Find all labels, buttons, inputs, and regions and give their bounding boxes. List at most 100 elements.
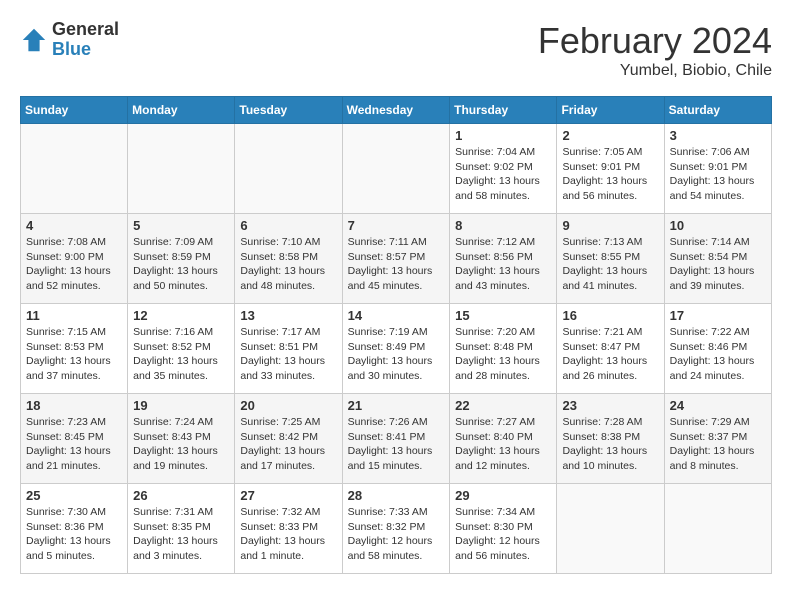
weekday-header-tuesday: Tuesday xyxy=(235,97,342,124)
weekday-header-wednesday: Wednesday xyxy=(342,97,450,124)
calendar-cell: 18 Sunrise: 7:23 AMSunset: 8:45 PMDayligh… xyxy=(21,394,128,484)
calendar-cell: 28Sunrise: 7:33 AMSunset: 8:32 PMDayligh… xyxy=(342,484,450,574)
calendar-cell: 3 Sunrise: 7:06 AMSunset: 9:01 PMDaylight… xyxy=(664,124,771,214)
calendar-table: SundayMondayTuesdayWednesdayThursdayFrid… xyxy=(20,96,772,574)
calendar-cell: 14 Sunrise: 7:19 AMSunset: 8:49 PMDayligh… xyxy=(342,304,450,394)
day-number: 21 xyxy=(348,398,445,413)
calendar-cell: 4 Sunrise: 7:08 AMSunset: 9:00 PMDaylight… xyxy=(21,214,128,304)
day-info: Sunrise: 7:04 AMSunset: 9:02 PMDaylight:… xyxy=(455,145,551,204)
logo-general: General xyxy=(52,20,119,40)
day-number: 22 xyxy=(455,398,551,413)
day-number: 15 xyxy=(455,308,551,323)
calendar-cell xyxy=(664,484,771,574)
day-info: Sunrise: 7:14 AMSunset: 8:54 PMDaylight:… xyxy=(670,235,766,294)
weekday-header-monday: Monday xyxy=(128,97,235,124)
day-info: Sunrise: 7:27 AMSunset: 8:40 PMDaylight:… xyxy=(455,415,551,474)
day-number: 27 xyxy=(240,488,336,503)
calendar-cell: 16Sunrise: 7:21 AMSunset: 8:47 PMDayligh… xyxy=(557,304,664,394)
day-info: Sunrise: 7:32 AMSunset: 8:33 PMDaylight:… xyxy=(240,505,336,564)
day-number: 3 xyxy=(670,128,766,143)
day-info: Sunrise: 7:16 AMSunset: 8:52 PMDaylight:… xyxy=(133,325,229,384)
day-number: 8 xyxy=(455,218,551,233)
day-info: Sunrise: 7:09 AMSunset: 8:59 PMDaylight:… xyxy=(133,235,229,294)
weekday-header-row: SundayMondayTuesdayWednesdayThursdayFrid… xyxy=(21,97,772,124)
day-number: 5 xyxy=(133,218,229,233)
calendar-cell: 9 Sunrise: 7:13 AMSunset: 8:55 PMDaylight… xyxy=(557,214,664,304)
day-number: 18 xyxy=(26,398,122,413)
calendar-cell: 1 Sunrise: 7:04 AMSunset: 9:02 PMDaylight… xyxy=(450,124,557,214)
calendar-cell: 24Sunrise: 7:29 AMSunset: 8:37 PMDayligh… xyxy=(664,394,771,484)
calendar-cell: 23 Sunrise: 7:28 AMSunset: 8:38 PMDayligh… xyxy=(557,394,664,484)
calendar-cell: 11 Sunrise: 7:15 AMSunset: 8:53 PMDayligh… xyxy=(21,304,128,394)
day-number: 13 xyxy=(240,308,336,323)
calendar-cell: 8Sunrise: 7:12 AMSunset: 8:56 PMDaylight… xyxy=(450,214,557,304)
day-number: 10 xyxy=(670,218,766,233)
day-number: 26 xyxy=(133,488,229,503)
day-number: 17 xyxy=(670,308,766,323)
calendar-cell: 6 Sunrise: 7:10 AMSunset: 8:58 PMDaylight… xyxy=(235,214,342,304)
day-info: Sunrise: 7:21 AMSunset: 8:47 PMDaylight:… xyxy=(562,325,658,384)
day-info: Sunrise: 7:13 AMSunset: 8:55 PMDaylight:… xyxy=(562,235,658,294)
calendar-cell: 7Sunrise: 7:11 AMSunset: 8:57 PMDaylight… xyxy=(342,214,450,304)
day-number: 1 xyxy=(455,128,551,143)
day-number: 24 xyxy=(670,398,766,413)
week-row-5: 25 Sunrise: 7:30 AMSunset: 8:36 PMDayligh… xyxy=(21,484,772,574)
day-number: 9 xyxy=(562,218,658,233)
weekday-header-sunday: Sunday xyxy=(21,97,128,124)
day-info: Sunrise: 7:23 AMSunset: 8:45 PMDaylight:… xyxy=(26,415,122,474)
logo: General Blue xyxy=(20,20,119,60)
day-number: 11 xyxy=(26,308,122,323)
day-number: 6 xyxy=(240,218,336,233)
location-title: Yumbel, Biobio, Chile xyxy=(538,62,772,80)
calendar-cell: 17 Sunrise: 7:22 AMSunset: 8:46 PMDayligh… xyxy=(664,304,771,394)
week-row-4: 18 Sunrise: 7:23 AMSunset: 8:45 PMDayligh… xyxy=(21,394,772,484)
day-number: 12 xyxy=(133,308,229,323)
calendar-cell xyxy=(557,484,664,574)
day-info: Sunrise: 7:15 AMSunset: 8:53 PMDaylight:… xyxy=(26,325,122,384)
logo-blue: Blue xyxy=(52,40,119,60)
day-info: Sunrise: 7:20 AMSunset: 8:48 PMDaylight:… xyxy=(455,325,551,384)
calendar-cell: 15 Sunrise: 7:20 AMSunset: 8:48 PMDayligh… xyxy=(450,304,557,394)
day-info: Sunrise: 7:31 AMSunset: 8:35 PMDaylight:… xyxy=(133,505,229,564)
day-info: Sunrise: 7:34 AMSunset: 8:30 PMDaylight:… xyxy=(455,505,551,564)
calendar-cell: 10 Sunrise: 7:14 AMSunset: 8:54 PMDayligh… xyxy=(664,214,771,304)
day-number: 2 xyxy=(562,128,658,143)
calendar-cell: 29 Sunrise: 7:34 AMSunset: 8:30 PMDayligh… xyxy=(450,484,557,574)
calendar-cell: 13Sunrise: 7:17 AMSunset: 8:51 PMDayligh… xyxy=(235,304,342,394)
day-info: Sunrise: 7:22 AMSunset: 8:46 PMDaylight:… xyxy=(670,325,766,384)
day-number: 4 xyxy=(26,218,122,233)
day-info: Sunrise: 7:06 AMSunset: 9:01 PMDaylight:… xyxy=(670,145,766,204)
calendar-cell: 19Sunrise: 7:24 AMSunset: 8:43 PMDayligh… xyxy=(128,394,235,484)
weekday-header-friday: Friday xyxy=(557,97,664,124)
day-info: Sunrise: 7:11 AMSunset: 8:57 PMDaylight:… xyxy=(348,235,445,294)
day-info: Sunrise: 7:28 AMSunset: 8:38 PMDaylight:… xyxy=(562,415,658,474)
day-number: 23 xyxy=(562,398,658,413)
day-number: 29 xyxy=(455,488,551,503)
calendar-cell: 2 Sunrise: 7:05 AMSunset: 9:01 PMDaylight… xyxy=(557,124,664,214)
calendar-cell: 5 Sunrise: 7:09 AMSunset: 8:59 PMDaylight… xyxy=(128,214,235,304)
day-number: 19 xyxy=(133,398,229,413)
day-info: Sunrise: 7:10 AMSunset: 8:58 PMDaylight:… xyxy=(240,235,336,294)
day-info: Sunrise: 7:08 AMSunset: 9:00 PMDaylight:… xyxy=(26,235,122,294)
day-number: 25 xyxy=(26,488,122,503)
week-row-2: 4 Sunrise: 7:08 AMSunset: 9:00 PMDaylight… xyxy=(21,214,772,304)
day-info: Sunrise: 7:26 AMSunset: 8:41 PMDaylight:… xyxy=(348,415,445,474)
title-area: February 2024 Yumbel, Biobio, Chile xyxy=(538,20,772,80)
day-info: Sunrise: 7:19 AMSunset: 8:49 PMDaylight:… xyxy=(348,325,445,384)
calendar-cell: 25 Sunrise: 7:30 AMSunset: 8:36 PMDayligh… xyxy=(21,484,128,574)
month-title: February 2024 xyxy=(538,20,772,62)
day-info: Sunrise: 7:05 AMSunset: 9:01 PMDaylight:… xyxy=(562,145,658,204)
day-number: 14 xyxy=(348,308,445,323)
weekday-header-thursday: Thursday xyxy=(450,97,557,124)
logo-icon xyxy=(20,26,48,54)
day-info: Sunrise: 7:25 AMSunset: 8:42 PMDaylight:… xyxy=(240,415,336,474)
day-info: Sunrise: 7:30 AMSunset: 8:36 PMDaylight:… xyxy=(26,505,122,564)
logo-text: General Blue xyxy=(52,20,119,60)
calendar-cell: 12 Sunrise: 7:16 AMSunset: 8:52 PMDayligh… xyxy=(128,304,235,394)
calendar-cell xyxy=(21,124,128,214)
weekday-header-saturday: Saturday xyxy=(664,97,771,124)
day-number: 20 xyxy=(240,398,336,413)
calendar-cell: 21 Sunrise: 7:26 AMSunset: 8:41 PMDayligh… xyxy=(342,394,450,484)
calendar-cell: 26 Sunrise: 7:31 AMSunset: 8:35 PMDayligh… xyxy=(128,484,235,574)
header: General Blue February 2024 Yumbel, Biobi… xyxy=(20,20,772,80)
